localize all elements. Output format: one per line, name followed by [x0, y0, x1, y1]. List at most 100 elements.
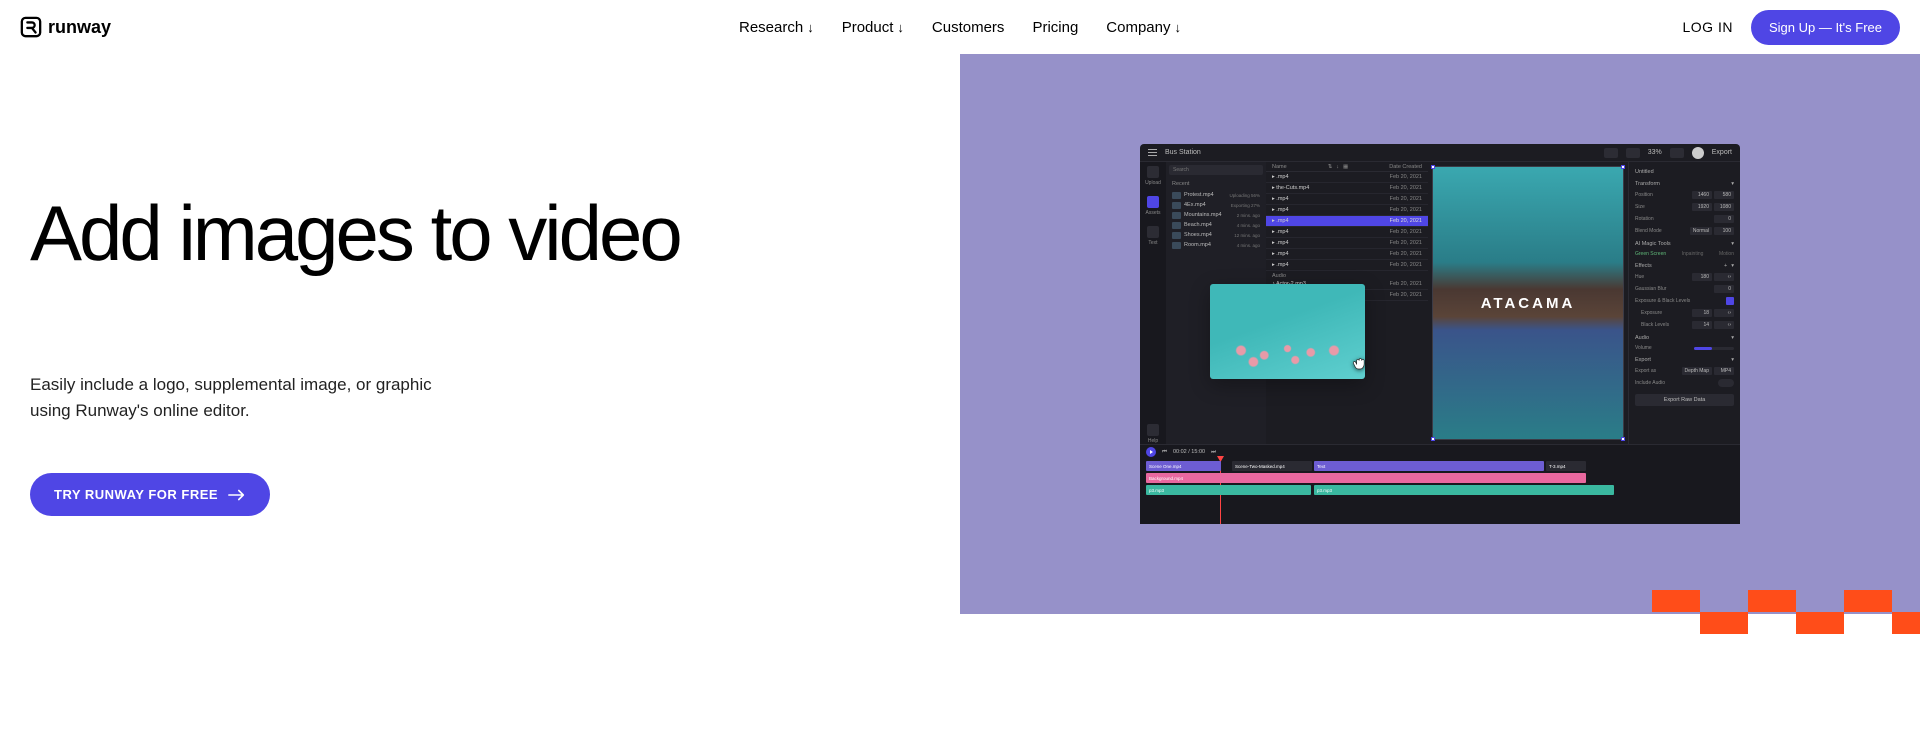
zoom-level[interactable]: 33%: [1648, 149, 1662, 156]
include-audio-toggle[interactable]: [1718, 379, 1734, 387]
list-item[interactable]: ▸ .mp4Feb 20, 2021: [1266, 227, 1428, 238]
collapse-icon[interactable]: ▾: [1731, 357, 1734, 363]
hero-title: Add images to video: [30, 194, 960, 272]
collapse-icon[interactable]: ▾: [1731, 241, 1734, 247]
rail-help[interactable]: Help: [1145, 424, 1161, 444]
list-header: Name ⇅ ↓ ▦ Date Created: [1266, 162, 1428, 172]
selection-handles[interactable]: [1433, 167, 1623, 439]
recent-item[interactable]: Shoes.mp412 mins. ago: [1166, 230, 1266, 240]
file-thumb-icon: [1172, 202, 1181, 209]
item-date: Feb 20, 2021: [1390, 292, 1422, 298]
collapse-icon[interactable]: ▾: [1731, 181, 1734, 187]
recent-item[interactable]: 4Ex.mp4Exporting 27%: [1166, 200, 1266, 210]
nav-product[interactable]: Product↓: [842, 19, 904, 36]
clip-audio1[interactable]: p3.mp3: [1146, 485, 1311, 495]
clip-background[interactable]: Background.mp4: [1146, 473, 1586, 483]
size-h-input[interactable]: 1080: [1714, 203, 1734, 211]
chevron-down-icon: ↓: [897, 20, 904, 35]
list-item[interactable]: ▸ the-Cuts.mp4Feb 20, 2021: [1266, 183, 1428, 194]
timeline-tracks[interactable]: Scene One.mp4 Scene-Two-Masked.mp4 Text …: [1140, 459, 1740, 524]
prop-volume: Volume: [1635, 344, 1734, 352]
blend-pct-input[interactable]: 100: [1714, 227, 1734, 235]
signup-button[interactable]: Sign Up — It's Free: [1751, 10, 1900, 45]
filter-icon[interactable]: ⇅: [1328, 164, 1333, 170]
volume-slider[interactable]: [1694, 347, 1734, 350]
brand-logo[interactable]: runway: [20, 16, 111, 38]
col-name[interactable]: Name: [1272, 164, 1287, 170]
prop-green-screen[interactable]: Green ScreenInpaintingMotion: [1635, 250, 1734, 258]
grid-icon[interactable]: ▦: [1343, 164, 1348, 170]
clip-t3[interactable]: T-3.mp4: [1546, 461, 1586, 471]
recent-item[interactable]: Mountains.mp42 mins. ago: [1166, 210, 1266, 220]
clip-audio2[interactable]: p3.mp3: [1314, 485, 1614, 495]
nav-research[interactable]: Research↓: [739, 19, 814, 36]
list-item[interactable]: ▸ .mp4Feb 20, 2021: [1266, 194, 1428, 205]
export-button[interactable]: Export: [1712, 149, 1732, 156]
collapse-icon[interactable]: ▾: [1731, 335, 1734, 341]
export-ext-select[interactable]: MP4: [1714, 367, 1734, 375]
export-fmt-select[interactable]: Depth Map: [1682, 367, 1712, 375]
list-item[interactable]: ▸ .mp4Feb 20, 2021: [1266, 249, 1428, 260]
rail-assets[interactable]: Assets: [1145, 196, 1161, 216]
gauss-input[interactable]: 0: [1714, 285, 1734, 293]
avatar[interactable]: [1692, 147, 1704, 159]
position-y-input[interactable]: 580: [1714, 191, 1734, 199]
dragged-thumbnail[interactable]: [1210, 284, 1365, 379]
file-status: 12 mins. ago: [1234, 233, 1260, 238]
size-w-input[interactable]: 1920: [1692, 203, 1712, 211]
properties-panel: Untitled Transform▾ Position1460580 Size…: [1628, 162, 1740, 444]
recent-item[interactable]: Room.mp44 mins. ago: [1166, 240, 1266, 250]
hue-arrows[interactable]: ‹›: [1714, 273, 1734, 281]
blend-mode-select[interactable]: Normal: [1690, 227, 1712, 235]
item-date: Feb 20, 2021: [1390, 240, 1422, 246]
skip-back-icon[interactable]: ⏮: [1162, 449, 1167, 456]
collapse-icon[interactable]: ▾: [1731, 263, 1734, 269]
rotation-input[interactable]: 0: [1714, 215, 1734, 223]
black-input[interactable]: 14: [1692, 321, 1712, 329]
add-effect-icon[interactable]: +: [1724, 263, 1727, 269]
redo-icon[interactable]: [1626, 148, 1640, 158]
layout-icon[interactable]: [1670, 148, 1684, 158]
item-name: ▸ .mp4: [1272, 229, 1289, 235]
list-item[interactable]: ▸ .mp4Feb 20, 2021: [1266, 205, 1428, 216]
file-status: 2 mins. ago: [1237, 213, 1260, 218]
list-item[interactable]: ▸ .mp4Feb 20, 2021: [1266, 238, 1428, 249]
expbl-toggle[interactable]: [1726, 297, 1734, 305]
menu-icon[interactable]: [1148, 149, 1157, 156]
rail-upload[interactable]: Upload: [1145, 166, 1161, 186]
arrow-right-icon: [228, 489, 246, 501]
skip-fwd-icon[interactable]: ⏭: [1211, 449, 1216, 456]
item-name: ▸ .mp4: [1272, 218, 1289, 224]
prop-blend: Blend ModeNormal100: [1635, 226, 1734, 236]
exposure-input[interactable]: 18: [1692, 309, 1712, 317]
cta-button[interactable]: TRY RUNWAY FOR FREE: [30, 473, 270, 516]
file-status: 4 mins. ago: [1237, 223, 1260, 228]
col-date[interactable]: Date Created: [1389, 164, 1422, 170]
rail-text[interactable]: Text: [1145, 226, 1161, 246]
export-raw-button[interactable]: Export Raw Data: [1635, 394, 1734, 406]
clip-scene2[interactable]: Scene-Two-Masked.mp4: [1232, 461, 1312, 471]
nav-pricing[interactable]: Pricing: [1032, 19, 1078, 36]
prop-exp-black: Exposure & Black Levels: [1635, 296, 1734, 306]
decorative-blocks: [1652, 590, 1920, 634]
file-name: Beach.mp4: [1184, 222, 1212, 228]
hue-input[interactable]: 180: [1692, 273, 1712, 281]
position-x-input[interactable]: 1460: [1692, 191, 1712, 199]
sort-icon[interactable]: ↓: [1336, 164, 1339, 170]
nav-company[interactable]: Company↓: [1106, 19, 1181, 36]
list-item[interactable]: ▸ .mp4Feb 20, 2021: [1266, 260, 1428, 271]
recent-item[interactable]: Beach.mp4 4 mins. ago: [1166, 220, 1266, 230]
undo-icon[interactable]: [1604, 148, 1618, 158]
clip-text[interactable]: Text: [1314, 461, 1544, 471]
clip-scene1[interactable]: Scene One.mp4: [1146, 461, 1221, 471]
play-button[interactable]: [1146, 447, 1156, 457]
canvas[interactable]: ATACAMA: [1432, 166, 1624, 440]
list-item[interactable]: ▸ .mp4Feb 20, 2021: [1266, 216, 1428, 227]
clip-name: Untitled: [1635, 169, 1734, 175]
login-link[interactable]: LOG IN: [1683, 19, 1733, 35]
project-title: Bus Station: [1165, 149, 1201, 156]
nav-customers[interactable]: Customers: [932, 19, 1005, 36]
recent-item[interactable]: Protest.mp4Uploading 56%: [1166, 190, 1266, 200]
list-item[interactable]: ▸ .mp4Feb 20, 2021: [1266, 172, 1428, 183]
search-input[interactable]: Search: [1169, 165, 1263, 175]
